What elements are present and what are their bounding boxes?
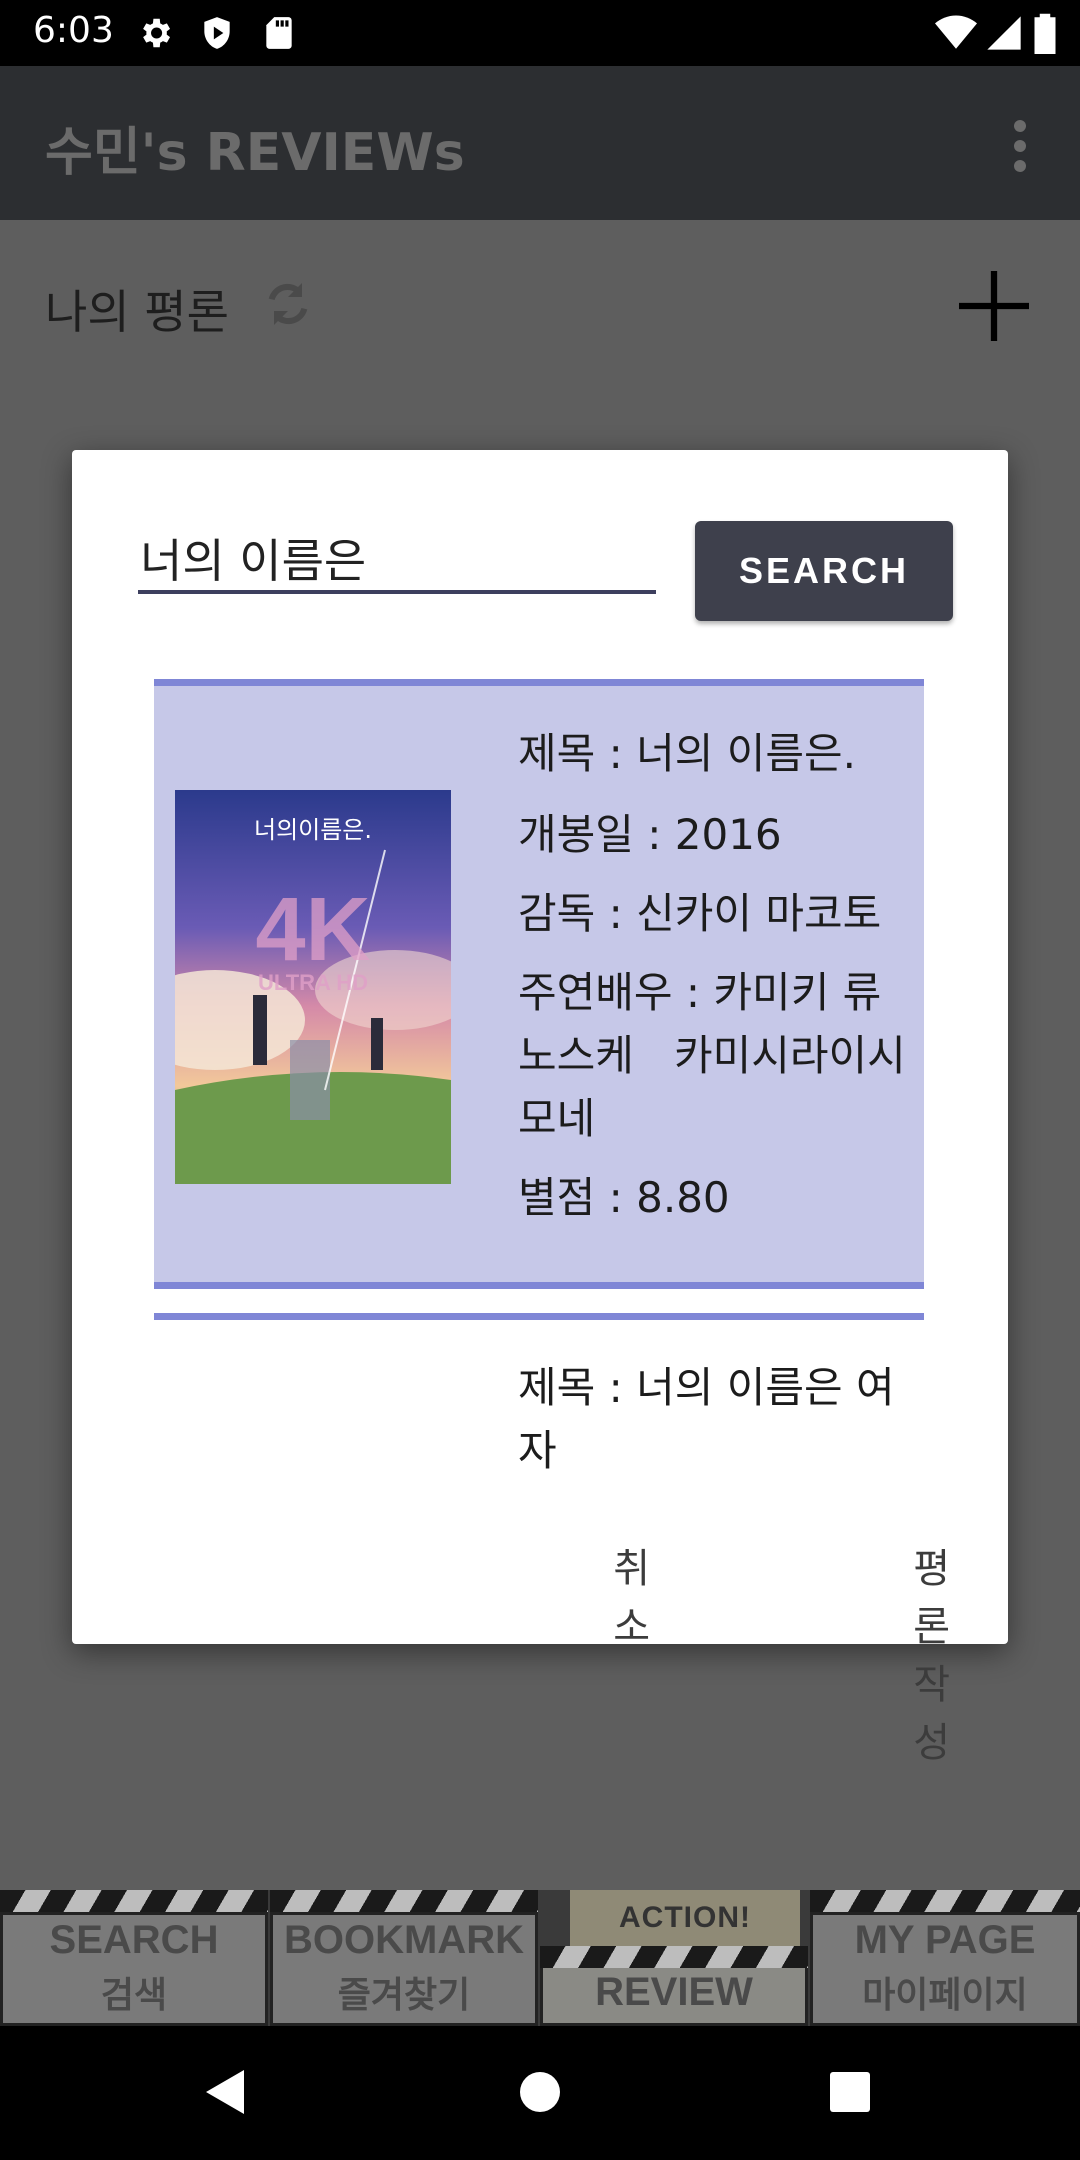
poster-title: 너의이름은. (254, 816, 372, 844)
status-time: 6:03 (33, 10, 114, 51)
movie-rating: 별점 : 8.80 (518, 1173, 730, 1222)
movie-info: 제목 : 너의 이름은 여 자 (518, 1356, 924, 1473)
movie-actors-2: 노스케 카미시라이시 (518, 1031, 906, 1080)
write-review-button[interactable]: 평론 작성 (913, 1536, 952, 1768)
tab-my-page[interactable]: MY PAGE 마이페이지 (810, 1890, 1080, 2026)
movie-actors-3: 모네 (518, 1094, 596, 1143)
search-dialog: SEARCH (72, 450, 1008, 1766)
search-button[interactable]: SEARCH (695, 521, 953, 621)
app-title: 수민's REVIEWs (45, 123, 465, 183)
tab-bookmark-sublabel: 즐겨찾기 (337, 1975, 471, 2016)
movie-title-2: 자 (518, 1426, 557, 1473)
system-nav-bar (0, 2026, 1080, 2160)
add-icon[interactable] (952, 264, 1036, 348)
movie-release: 개봉일 : 2016 (518, 810, 782, 859)
movie-director: 감독 : 신카이 마코토 (518, 889, 882, 938)
tab-review-label: REVIEW (595, 1970, 753, 2014)
battery-icon (1034, 13, 1056, 54)
tab-my-page-label: MY PAGE (854, 1918, 1036, 1962)
sd-card-icon (266, 17, 292, 49)
movie-info: 제목 : 너의 이름은. 개봉일 : 2016 감독 : 신카이 마코토 주연배… (518, 722, 928, 1229)
signal-icon (987, 16, 1021, 50)
home-icon[interactable] (518, 2070, 562, 2114)
movie-actors-1: 주연배우 : 카미키 류 (518, 968, 882, 1017)
recents-icon[interactable] (828, 2070, 872, 2114)
movie-poster: 너의이름은. 4K ULTRA HD (175, 790, 451, 1184)
result-item[interactable]: 너의이름은. 4K ULTRA HD 제목 : 너의 이름은. 개봉일 : 20… (154, 679, 924, 1289)
status-bar: 6:03 (0, 0, 1080, 66)
tab-bookmark-label: BOOKMARK (284, 1918, 524, 1962)
gear-icon (143, 18, 171, 48)
tab-review-action: ACTION! (570, 1890, 800, 1946)
tab-my-page-sublabel: 마이페이지 (862, 1975, 1028, 2016)
tab-search-sublabel: 검색 (100, 1975, 168, 2016)
tab-search-label: SEARCH (49, 1918, 219, 1962)
refresh-icon[interactable] (260, 272, 316, 336)
movie-title-1: 제목 : 너의 이름은 여 (518, 1363, 895, 1412)
poster-badge: 4K (255, 880, 370, 980)
cancel-button[interactable]: 취소 (613, 1536, 652, 1652)
tab-search[interactable]: SEARCH 검색 (0, 1890, 268, 2026)
tab-bookmark[interactable]: BOOKMARK 즐겨찾기 (270, 1890, 538, 2026)
movie-title: 제목 : 너의 이름은. (518, 729, 857, 778)
shield-icon (204, 17, 230, 49)
section-title: 나의 평론 (45, 285, 229, 339)
more-vert-icon[interactable] (1000, 118, 1040, 174)
result-item[interactable]: 제목 : 너의 이름은 여 자 (154, 1313, 924, 1473)
wifi-icon (935, 15, 977, 49)
app-bar: 수민's REVIEWs (0, 66, 1080, 220)
back-icon[interactable] (200, 2066, 250, 2118)
search-input[interactable] (138, 532, 656, 594)
bottom-tab-bar: SEARCH 검색 BOOKMARK 즐겨찾기 ACTION! REVIEW M… (0, 1890, 1080, 2026)
poster-subtitle: ULTRA HD (258, 970, 368, 995)
tab-review[interactable]: ACTION! REVIEW (540, 1890, 808, 2026)
